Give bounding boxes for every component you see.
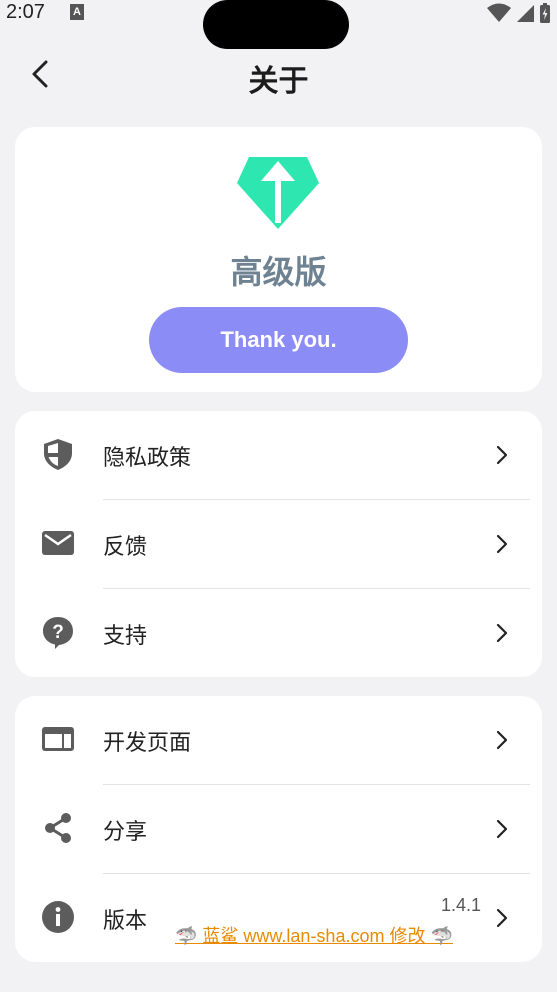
premium-card: 高级版 Thank you.: [15, 127, 542, 392]
chevron-right-icon: [496, 819, 508, 839]
chevron-right-icon: [496, 534, 508, 554]
info-icon: [42, 901, 74, 933]
chevron-right-icon: [496, 908, 508, 928]
chevron-right-icon: [496, 730, 508, 750]
chevron-right-icon: [496, 445, 508, 465]
browser-window-icon: [42, 727, 74, 751]
menu-item-share[interactable]: 分享: [15, 785, 542, 874]
menu-item-feedback[interactable]: 反馈: [15, 500, 542, 589]
menu-label: 版本: [103, 909, 148, 934]
wifi-icon: [487, 3, 511, 22]
menu-item-support[interactable]: ? 支持: [15, 589, 542, 678]
page-title: 关于: [248, 64, 309, 99]
thank-you-button[interactable]: Thank you.: [149, 307, 408, 373]
battery-icon: [540, 3, 550, 23]
diamond-icon: [237, 157, 319, 229]
menu-label: 反馈: [103, 535, 148, 560]
chevron-right-icon: [496, 623, 508, 643]
premium-title: 高级版: [230, 253, 327, 291]
menu-label: 隐私政策: [103, 446, 192, 471]
svg-text:?: ?: [52, 622, 64, 643]
camera-cutout: [203, 0, 349, 49]
notification-app-icon: A: [70, 4, 84, 20]
menu-label: 开发页面: [103, 731, 192, 756]
menu-label: 分享: [103, 820, 148, 845]
help-icon: ?: [43, 617, 73, 649]
menu-item-developer-page[interactable]: 开发页面: [15, 696, 542, 785]
menu-item-version[interactable]: 版本: [15, 874, 542, 963]
share-icon: [45, 813, 71, 843]
menu-item-privacy-policy[interactable]: 隐私政策: [15, 411, 542, 500]
menu-card-info: 开发页面 分享 版本 1.4.1 🦈 蓝鲨 www.lan-sha.com 修改…: [15, 696, 542, 962]
app-header: 关于: [0, 50, 557, 100]
watermark-link[interactable]: 🦈 蓝鲨 www.lan-sha.com 修改 🦈: [175, 922, 453, 948]
status-time: 2:07: [6, 1, 45, 23]
version-number: 1.4.1: [441, 895, 482, 915]
status-bar: 2:07 A: [0, 0, 557, 49]
mail-icon: [42, 531, 74, 555]
menu-label: 支持: [103, 624, 148, 649]
signal-icon: [517, 5, 534, 22]
status-icons: [487, 2, 551, 24]
shield-icon: [44, 439, 72, 470]
menu-card-main: 隐私政策 反馈 ? 支持: [15, 411, 542, 677]
